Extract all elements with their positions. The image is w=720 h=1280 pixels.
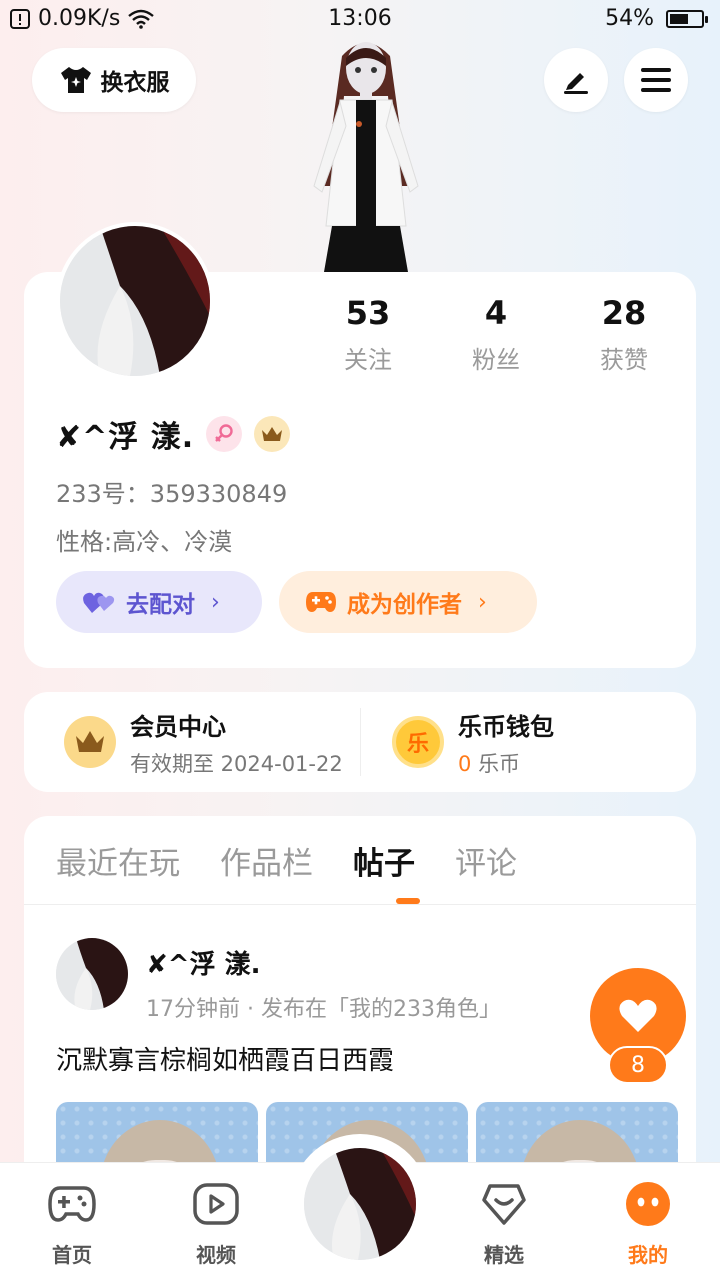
- divider: [360, 708, 361, 776]
- tab-posts[interactable]: 帖子: [353, 838, 415, 883]
- hearts-icon: [83, 592, 115, 613]
- stat-likes[interactable]: 28 获赞: [560, 294, 688, 375]
- nav-video[interactable]: 视频: [166, 1181, 266, 1268]
- post-text[interactable]: 沉默寡言棕榈如栖霞百日西霞: [56, 1040, 394, 1077]
- member-center-entry[interactable]: 会员中心 有效期至 2024-01-22: [64, 692, 343, 792]
- wallet-card: 会员中心 有效期至 2024-01-22 乐 乐币钱包 0 乐币: [24, 692, 696, 792]
- tab-recent[interactable]: 最近在玩: [56, 838, 180, 883]
- chevron-right-icon: ›: [211, 589, 220, 615]
- member-expiry: 有效期至 2024-01-22: [130, 751, 343, 776]
- profile-avatar[interactable]: [56, 222, 214, 380]
- female-icon: [215, 424, 233, 442]
- stat-value: 53: [345, 294, 391, 332]
- coin-unit: 乐币: [478, 751, 521, 776]
- stat-label: 获赞: [600, 346, 648, 374]
- coin-amount: 0: [458, 751, 472, 776]
- stat-label: 关注: [344, 346, 392, 374]
- nav-mine[interactable]: 我的: [598, 1181, 698, 1268]
- pencil-icon: [564, 73, 588, 94]
- divider: [24, 904, 696, 905]
- dress-up-button[interactable]: 换衣服: [32, 48, 196, 112]
- member-badge[interactable]: [254, 416, 291, 452]
- crown-coin-icon: [64, 716, 116, 768]
- post-meta: 17分钟前 · 发布在「我的233角色」: [146, 997, 501, 1022]
- stat-value: 4: [484, 294, 508, 332]
- username-row: ✘^浮 漾.: [56, 412, 291, 456]
- battery-icon: [666, 9, 708, 28]
- nav-home[interactable]: 首页: [22, 1181, 122, 1268]
- like-count: 8: [608, 1046, 668, 1084]
- heart-box-icon: [482, 1184, 526, 1225]
- coin-wallet-entry[interactable]: 乐 乐币钱包 0 乐币: [392, 692, 554, 792]
- edit-profile-button[interactable]: [544, 48, 608, 112]
- tshirt-icon: [60, 67, 91, 93]
- post-author-name: ✘^浮 漾.: [146, 950, 261, 980]
- stat-fans[interactable]: 4 粉丝: [432, 294, 560, 375]
- heart-icon: [619, 999, 657, 1032]
- battery-text: 54%: [605, 6, 654, 31]
- match-button[interactable]: 去配对 ›: [56, 571, 262, 633]
- gamepad-icon: [306, 592, 336, 612]
- avatar-3d-figure[interactable]: [296, 36, 436, 272]
- menu-button[interactable]: [624, 48, 688, 112]
- nav-label: 精选: [484, 1243, 524, 1267]
- coin-icon: 乐: [392, 716, 444, 768]
- become-creator-button[interactable]: 成为创作者 ›: [279, 571, 537, 633]
- menu-icon: [641, 68, 671, 92]
- user-bio: 性格:高冷、冷漠: [56, 528, 233, 556]
- user-id: 233号：359330849: [56, 480, 288, 508]
- female-badge: [206, 416, 243, 452]
- nav-featured[interactable]: 精选: [454, 1181, 554, 1268]
- match-label: 去配对: [126, 592, 195, 618]
- face-icon: [626, 1182, 670, 1226]
- stat-label: 粉丝: [472, 346, 520, 374]
- stats-row: 53 关注 4 粉丝 28 获赞: [304, 294, 688, 375]
- tab-works[interactable]: 作品栏: [220, 838, 313, 883]
- stat-following[interactable]: 53 关注: [304, 294, 432, 375]
- coin-wallet-title: 乐币钱包: [458, 712, 554, 741]
- crown-icon: [262, 427, 283, 441]
- dress-up-label: 换衣服: [100, 70, 170, 96]
- tab-bar: 最近在玩 作品栏 帖子 评论: [56, 838, 517, 883]
- creator-label: 成为创作者: [347, 592, 462, 618]
- avatar-image: [56, 938, 128, 1010]
- nav-label: 视频: [196, 1243, 236, 1267]
- nav-label: 首页: [52, 1243, 92, 1267]
- nav-center-avatar[interactable]: [304, 1148, 416, 1260]
- username: ✘^浮 漾.: [56, 420, 195, 455]
- nav-label: 我的: [628, 1243, 668, 1267]
- gamepad-icon: [48, 1186, 96, 1222]
- stat-value: 28: [601, 294, 647, 332]
- avatar-image: [60, 226, 210, 376]
- avatar[interactable]: [56, 938, 128, 1010]
- member-title: 会员中心: [130, 712, 226, 741]
- avatar-image: [304, 1148, 416, 1260]
- play-icon: [193, 1183, 239, 1225]
- tab-comments[interactable]: 评论: [455, 838, 517, 883]
- post-author[interactable]: ✘^浮 漾. 17分钟前 · 发布在「我的233角色」: [56, 938, 501, 1023]
- status-bar: 0.09K/s 13:06 54%: [0, 0, 720, 38]
- chevron-right-icon: ›: [478, 589, 487, 615]
